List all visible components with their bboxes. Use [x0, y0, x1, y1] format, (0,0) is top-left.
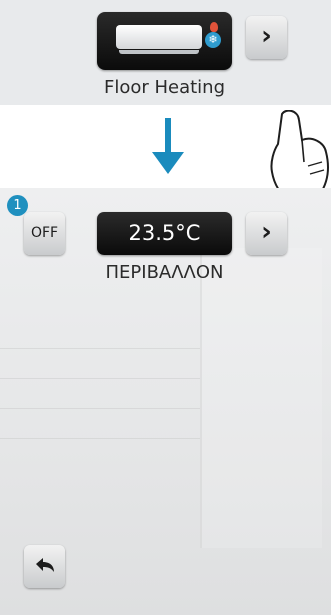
back-button[interactable]: [24, 545, 65, 588]
off-label: OFF: [30, 225, 59, 241]
temperature-display[interactable]: 23.5°C: [97, 212, 232, 255]
zone-badge: 1: [7, 195, 28, 216]
snowflake-icon: ❄: [205, 32, 221, 48]
zone-next-button[interactable]: ›: [246, 212, 287, 255]
device-name-label: Floor Heating: [103, 77, 226, 98]
background-fireplace: [200, 248, 322, 548]
zone-name-label: ΠΕΡΙΒΑΛΛΟΝ: [105, 262, 224, 283]
back-arrow-icon: [36, 558, 54, 572]
chevron-right-icon: ›: [261, 217, 272, 247]
off-button[interactable]: OFF: [24, 212, 65, 255]
chevron-right-icon: ›: [261, 21, 272, 51]
air-conditioner-vent: [119, 50, 199, 54]
arrow-down-icon: [152, 118, 184, 174]
device-tile[interactable]: ❄: [97, 12, 232, 70]
device-panel: ❄ › Floor Heating: [0, 0, 331, 105]
next-button[interactable]: ›: [246, 16, 287, 59]
flame-icon: [210, 22, 218, 32]
air-conditioner-icon: [116, 25, 202, 49]
